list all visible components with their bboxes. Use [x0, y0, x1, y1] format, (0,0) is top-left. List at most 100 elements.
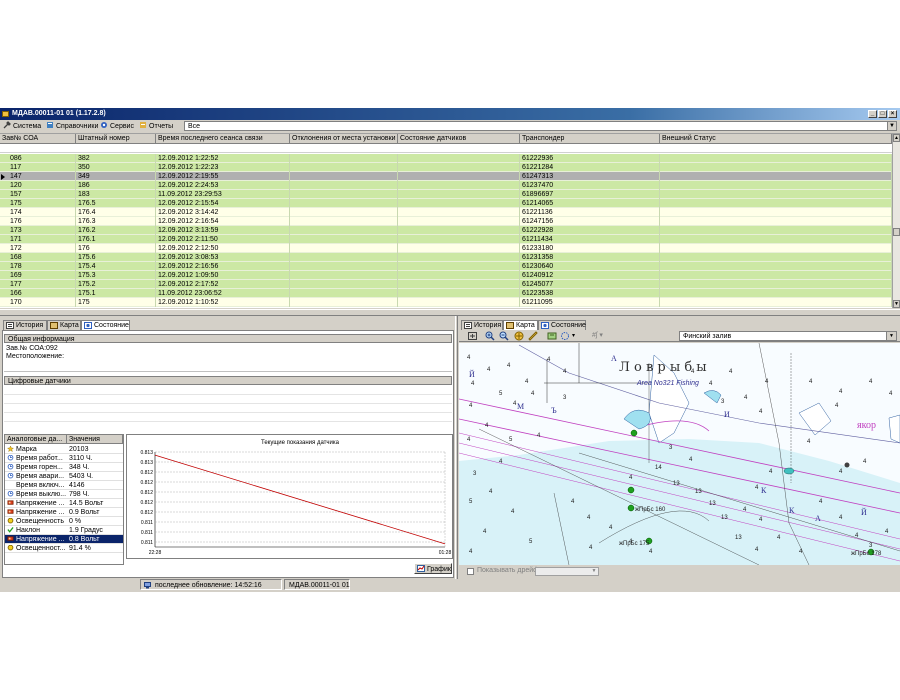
- drift-period-dropdown-icon[interactable]: ▼: [590, 568, 598, 575]
- analog-sensor-row[interactable]: Освещенност... 91.4 %: [5, 544, 123, 553]
- drift-period-select[interactable]: ▼: [535, 567, 599, 576]
- analog-sensor-row[interactable]: Освещенность 0 %: [5, 517, 123, 526]
- table-row[interactable]: 157 183 11.09.2012 23:29:53 61896697: [0, 190, 892, 199]
- tab-state-left[interactable]: Состояние: [81, 320, 130, 330]
- col-header-sensors[interactable]: Состояние датчиков: [398, 134, 520, 144]
- col-header-zav[interactable]: Зав№ СОА: [0, 134, 76, 144]
- analog-sensor-name: Освещенность: [16, 518, 65, 525]
- select-icon[interactable]: [560, 331, 570, 341]
- table-cell: [398, 226, 520, 235]
- table-row[interactable]: 178 175.4 12.09.2012 2:16:56 61230640: [0, 262, 892, 271]
- analog-sensor-row[interactable]: Напряжение ... 0.9 Вольт: [5, 508, 123, 517]
- map-toolbar: ▾ #ʃ ▾ Финский залив ▼: [459, 330, 900, 342]
- history-icon: [464, 322, 472, 329]
- table-cell: [660, 199, 892, 208]
- table-row[interactable]: 169 175.3 12.09.2012 1:09:50 61240912: [0, 271, 892, 280]
- ruler-icon[interactable]: [528, 331, 538, 341]
- analog-sensor-row[interactable]: Напряжение ... 0.8 Вольт: [5, 535, 123, 544]
- scroll-up-button[interactable]: ▲: [893, 134, 900, 142]
- tab-map-left[interactable]: Карта: [47, 320, 81, 330]
- battery-icon: [7, 509, 14, 514]
- map-region-dropdown-button[interactable]: ▼: [886, 332, 896, 340]
- measure-icon[interactable]: #ʃ ▾: [592, 331, 603, 339]
- minimize-button[interactable]: _: [868, 110, 877, 118]
- col-header-num[interactable]: Штатный номер: [76, 134, 156, 144]
- scroll-thumb[interactable]: [893, 228, 900, 236]
- map-region-select[interactable]: Финский залив ▼: [679, 331, 897, 341]
- table-row[interactable]: 168 175.6 12.09.2012 3:08:53 61231358: [0, 253, 892, 262]
- analog-sensor-row[interactable]: Марка 20103: [5, 445, 123, 454]
- layers-icon[interactable]: [547, 331, 557, 341]
- table-cell: [290, 217, 398, 226]
- table-row[interactable]: 177 175.2 12.09.2012 2:17:52 61245077: [0, 280, 892, 289]
- table-row[interactable]: 171 176.1 12.09.2012 2:11:50 61211434: [0, 235, 892, 244]
- table-cell: [398, 298, 520, 307]
- menu-service[interactable]: Сервис: [100, 121, 134, 132]
- select-dropdown-icon[interactable]: ▾: [572, 332, 575, 339]
- chart-y-tick-label: 0.811: [141, 530, 153, 536]
- nautical-map[interactable]: Л о в р ы б ы Area No321 Fishing якор 44…: [459, 343, 900, 565]
- menu-system[interactable]: Система: [3, 121, 41, 132]
- col-header-time[interactable]: Время последнего сеанса связи: [156, 134, 290, 144]
- analog-sensor-row[interactable]: Время горен... 348 Ч.: [5, 463, 123, 472]
- analog-sensor-row[interactable]: Наклон 1.9 Градус: [5, 526, 123, 535]
- table-cell: 175.1: [76, 289, 156, 298]
- table-cell: 61237470: [520, 181, 660, 190]
- app-window: МДАВ.00011-01 01 (1.17.2.8) _ □ × Систем…: [0, 108, 900, 592]
- close-button[interactable]: ×: [888, 110, 897, 118]
- horizontal-splitter[interactable]: [0, 309, 900, 316]
- menu-references[interactable]: Справочники: [46, 121, 98, 132]
- analog-col-value[interactable]: Значения: [67, 435, 123, 444]
- analog-sensors-table: Аналоговые да... Значения Марка 20103 Врем…: [4, 434, 124, 565]
- table-row[interactable]: 170 175 12.09.2012 1:10:52 61211095: [0, 298, 892, 307]
- show-drift-checkbox[interactable]: [467, 568, 474, 575]
- analog-sensor-row[interactable]: Время выклю... 798 Ч.: [5, 490, 123, 499]
- status-update-text: последнее обновление: 14:52:16: [155, 582, 262, 589]
- history-icon: [6, 322, 14, 329]
- table-row[interactable]: 166 175.1 11.09.2012 23:06:52 61223538: [0, 289, 892, 298]
- maximize-button[interactable]: □: [878, 110, 887, 118]
- zoom-out-icon[interactable]: [499, 331, 509, 341]
- battery-icon: [7, 536, 14, 541]
- menu-reports[interactable]: Отчеты: [139, 121, 173, 132]
- pan-icon[interactable]: [514, 331, 524, 341]
- analog-sensor-row[interactable]: Напряжение ... 14.5 Вольт: [5, 499, 123, 508]
- table-row[interactable]: 172 176 12.09.2012 2:12:50 61233180: [0, 244, 892, 253]
- analog-sensor-row[interactable]: Время включ... 4146: [5, 481, 123, 490]
- table-row[interactable]: 173 176.2 12.09.2012 3:13:59 61222928: [0, 226, 892, 235]
- table-row[interactable]: 086 382 12.09.2012 1:22:52 61222936: [0, 154, 892, 163]
- analog-sensor-row[interactable]: Время авари... 5403 Ч.: [5, 472, 123, 481]
- col-header-transponder[interactable]: Транспондер: [520, 134, 660, 144]
- table-cell: 171: [8, 235, 76, 244]
- table-scrollbar[interactable]: ▲ ▼: [892, 134, 900, 308]
- table-row[interactable]: 176 176.3 12.09.2012 2:16:54 61247156: [0, 217, 892, 226]
- table-row[interactable]: 174 176.4 12.09.2012 3:14:42 61221136: [0, 208, 892, 217]
- analog-sensor-row[interactable]: Время работ... 3110 Ч.: [5, 454, 123, 463]
- tab-history-left[interactable]: История: [3, 320, 47, 330]
- vertical-splitter[interactable]: [455, 316, 458, 579]
- col-header-external-status[interactable]: Внешний Статус: [660, 134, 892, 144]
- scroll-down-button[interactable]: ▼: [893, 300, 900, 308]
- col-header-deviation[interactable]: Отклонения от места установки: [290, 134, 398, 144]
- svg-text:А: А: [815, 514, 821, 523]
- fit-icon[interactable]: [468, 332, 477, 340]
- zoom-in-icon[interactable]: [485, 331, 495, 341]
- filter-combo[interactable]: Все: [184, 121, 888, 131]
- filter-row[interactable]: [0, 144, 892, 153]
- table-cell: 176: [76, 244, 156, 253]
- tab-state-right[interactable]: Состояние: [538, 320, 586, 330]
- chart-button[interactable]: График: [414, 563, 452, 574]
- tab-map-right[interactable]: Карта: [503, 320, 538, 330]
- table-row[interactable]: 120 186 12.09.2012 2:24:53 61237470: [0, 181, 892, 190]
- table-cell: 12.09.2012 2:11:50: [156, 235, 290, 244]
- table-row[interactable]: 147 349 12.09.2012 2:19:55 61247313: [0, 172, 892, 181]
- analog-col-name[interactable]: Аналоговые да...: [5, 435, 67, 444]
- table-cell: 350: [76, 163, 156, 172]
- nautical-map-canvas[interactable]: Л о в р ы б ы Area No321 Fishing якор 44…: [459, 343, 900, 565]
- tab-history-right[interactable]: История: [461, 320, 503, 330]
- chart-series-line: [154, 454, 446, 545]
- filter-dropdown-button[interactable]: ▼: [887, 121, 897, 131]
- table-row[interactable]: 175 176.5 12.09.2012 2:15:54 61214065: [0, 199, 892, 208]
- table-cell: 183: [76, 190, 156, 199]
- table-row[interactable]: 117 350 12.09.2012 1:22:23 61221284: [0, 163, 892, 172]
